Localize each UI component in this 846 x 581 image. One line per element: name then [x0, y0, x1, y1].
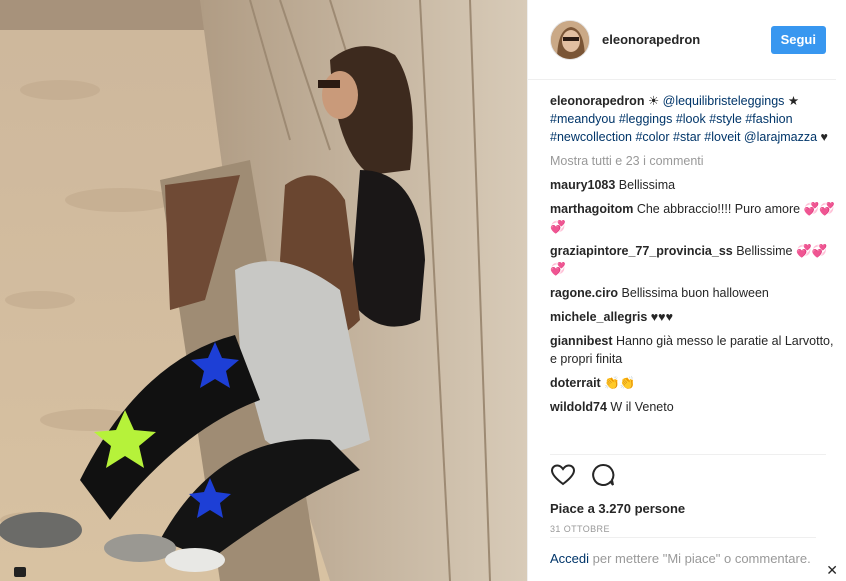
post-photo[interactable]: [0, 0, 527, 581]
comment-username[interactable]: doterrait: [550, 376, 601, 390]
avatar-image: [551, 20, 589, 59]
comment-text: ♥♥♥: [647, 310, 674, 324]
heart-outline-icon[interactable]: [550, 462, 576, 488]
comment-item: wildold74 W il Veneto: [550, 398, 836, 416]
comment-text: 👏👏: [600, 376, 636, 390]
login-link[interactable]: Accedi: [550, 551, 589, 566]
hashtag-link[interactable]: #loveit: [704, 130, 740, 144]
caption-username[interactable]: eleonorapedron: [550, 94, 644, 108]
login-prompt: Accedi per mettere "Mi piace" o commenta…: [550, 537, 816, 567]
follow-button[interactable]: Segui: [770, 25, 826, 54]
comment-item: graziapintore_77_provincia_ss Bellissime…: [550, 242, 836, 278]
comment-item: giannibest Hanno già messo le paratie al…: [550, 332, 836, 368]
action-icons: [550, 461, 826, 489]
comment-item: ragone.ciro Bellissima buon halloween: [550, 284, 836, 302]
comment-username[interactable]: marthagoitom: [550, 202, 633, 216]
post-header: eleonorapedron Segui: [528, 0, 836, 80]
comment-items: maury1083 Bellissima marthagoitom Che abb…: [550, 176, 836, 416]
speech-bubble-icon[interactable]: [590, 462, 616, 488]
hashtag-link[interactable]: @lequilibristeleggings: [663, 94, 785, 108]
post-actions: Piace a 3.270 persone 31 OTTOBRE: [550, 454, 826, 534]
caption-fragment: ★: [784, 94, 800, 108]
likes-count[interactable]: Piace a 3.270 persone: [550, 501, 826, 516]
hashtag-link[interactable]: #star: [673, 130, 701, 144]
hashtag-link[interactable]: #fashion: [745, 112, 792, 126]
comment-item: michele_allegris ♥♥♥: [550, 308, 836, 326]
comment-username[interactable]: michele_allegris: [550, 310, 647, 324]
comment-username[interactable]: giannibest: [550, 334, 613, 348]
comment-username[interactable]: ragone.ciro: [550, 286, 618, 300]
hashtag-link[interactable]: #style: [709, 112, 742, 126]
login-prompt-text: per mettere "Mi piace" o commentare.: [589, 551, 811, 566]
hashtag-link[interactable]: #look: [676, 112, 706, 126]
comments-list: eleonorapedron ☀ @lequilibristeleggings …: [528, 80, 846, 416]
caption-fragment: ☀: [644, 94, 663, 108]
comment-text: Bellissima: [615, 178, 676, 192]
show-all-comments-link[interactable]: Mostra tutti e 23 i commenti: [550, 152, 836, 170]
comment-username[interactable]: graziapintore_77_provincia_ss: [550, 244, 733, 258]
hashtag-link[interactable]: #newcollection: [550, 130, 632, 144]
hashtag-link[interactable]: @larajmazza: [744, 130, 817, 144]
hashtag-link[interactable]: #meandyou: [550, 112, 615, 126]
comment-item: maury1083 Bellissima: [550, 176, 836, 194]
hashtag-link[interactable]: #color: [635, 130, 669, 144]
tag-people-icon[interactable]: [14, 567, 26, 577]
header-username[interactable]: eleonorapedron: [602, 32, 771, 47]
hashtag-link[interactable]: #leggings: [619, 112, 673, 126]
post-date: 31 OTTOBRE: [550, 524, 610, 534]
close-icon[interactable]: ✕: [826, 562, 838, 579]
comment-text: Bellissima buon halloween: [618, 286, 769, 300]
comment-item: doterrait 👏👏: [550, 374, 836, 392]
instagram-post: eleonorapedron Segui eleonorapedron ☀ @l…: [0, 0, 846, 581]
post-side-panel: eleonorapedron Segui eleonorapedron ☀ @l…: [527, 0, 846, 581]
photo-illustration: [0, 0, 527, 581]
comment-text: W il Veneto: [606, 400, 674, 414]
comment-item: marthagoitom Che abbraccio!!!! Puro amor…: [550, 200, 836, 236]
caption-fragment: ♥: [817, 130, 828, 144]
post-caption: eleonorapedron ☀ @lequilibristeleggings …: [550, 92, 836, 146]
comment-username[interactable]: maury1083: [550, 178, 615, 192]
avatar[interactable]: [550, 19, 590, 60]
comment-username[interactable]: wildold74: [550, 400, 607, 414]
